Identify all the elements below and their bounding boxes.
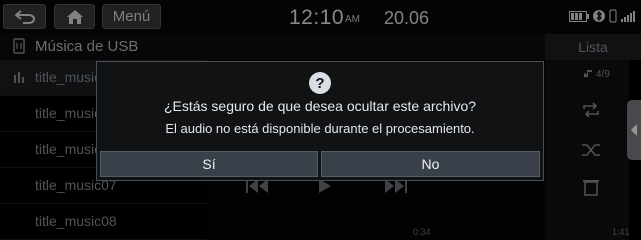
dialog-submessage: El audio no está disponible durante el p… — [165, 121, 475, 136]
no-button[interactable]: No — [321, 151, 540, 177]
confirm-dialog: ? ¿Estás seguro de que desea ocultar est… — [96, 61, 544, 181]
dialog-message: ¿Estás seguro de que desea ocultar este … — [163, 98, 477, 114]
yes-button[interactable]: Sí — [100, 151, 318, 177]
question-icon: ? — [309, 72, 331, 94]
